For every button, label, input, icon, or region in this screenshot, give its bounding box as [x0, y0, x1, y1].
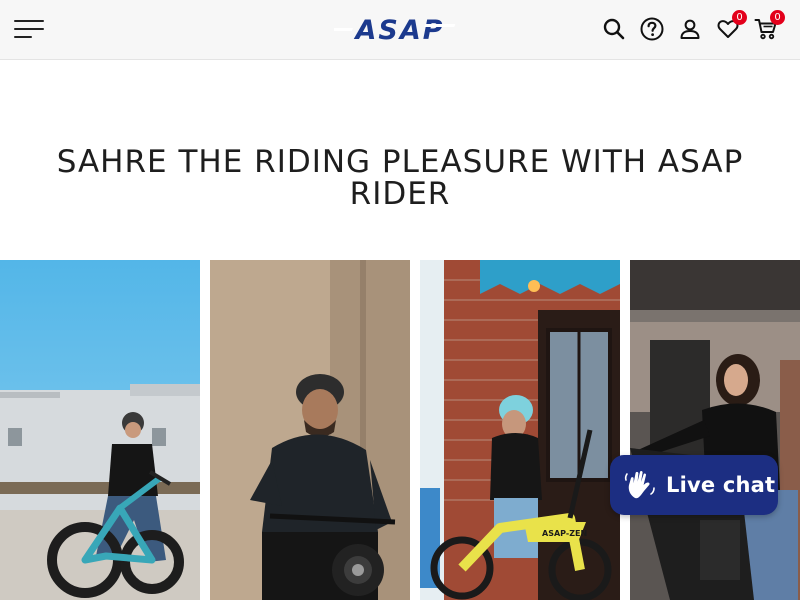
- waving-hand-icon: [620, 465, 660, 505]
- bike-decal: ASAP-ZEN: [542, 529, 587, 538]
- site-header: ASAP 0 0: [0, 0, 800, 60]
- menu-icon[interactable]: [14, 18, 46, 40]
- live-chat-button[interactable]: Live chat: [610, 455, 778, 515]
- logo-text: ASAP: [353, 15, 444, 46]
- search-icon[interactable]: [600, 15, 628, 43]
- asap-logo[interactable]: ASAP: [334, 14, 466, 46]
- gallery-image-2[interactable]: [210, 260, 410, 600]
- account-icon[interactable]: [676, 15, 704, 43]
- gallery-image-4[interactable]: [630, 260, 800, 600]
- wishlist-icon[interactable]: 0: [714, 10, 747, 43]
- gallery-image-1[interactable]: [0, 260, 200, 600]
- help-icon[interactable]: [638, 15, 666, 43]
- cart-icon[interactable]: 0: [752, 10, 785, 43]
- cart-count-badge: 0: [770, 10, 785, 25]
- live-chat-label: Live chat: [666, 473, 776, 497]
- page-title: SAHRE THE RIDING PLEASURE WITH ASAP RIDE…: [56, 144, 744, 212]
- gallery-image-3[interactable]: ASAP-ZEN: [420, 260, 620, 600]
- wishlist-count-badge: 0: [732, 10, 747, 25]
